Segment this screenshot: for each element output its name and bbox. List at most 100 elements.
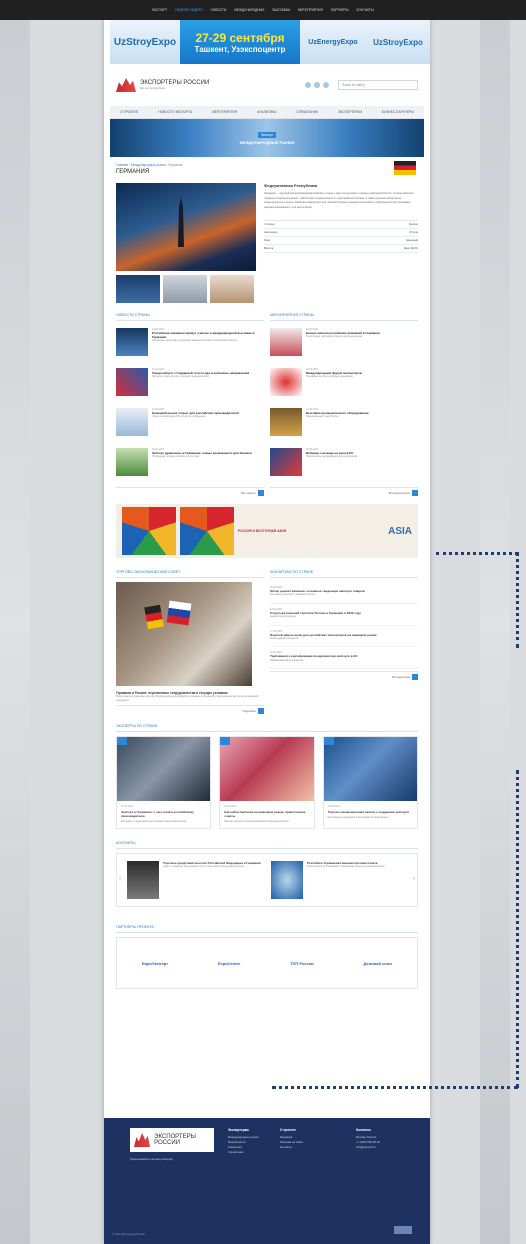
breadcrumb: Главная / Международные рынки / Германия [116,163,183,167]
page-frame: ЭКСПОРТЕРЫ РОССИИ всё для экспортёров По… [104,0,430,1244]
more-link[interactable]: Все мероприятия [270,487,418,496]
topbar-item[interactable]: Партнёры [331,8,349,12]
news-image [116,408,148,436]
chevron-left-icon[interactable]: ‹ [119,876,121,882]
banner-left: UzStroyExpo [110,20,180,64]
vk-icon[interactable] [314,82,320,88]
country-main-image[interactable] [116,183,256,271]
list-item[interactable]: 20.02.2023 Международный форум экспортёро… [270,365,418,405]
card-title[interactable]: Экспорт в Германию: с чего начать россий… [121,810,206,818]
hero-banner: Экспорт Международные рынки [110,119,424,157]
contact-image [271,861,303,899]
banner-logo: UzStroyExpo [113,36,177,48]
footer-col-title: Экспортерам [228,1128,249,1132]
more-link[interactable]: Все новости [116,487,264,496]
topbar-item[interactable]: Выставки [273,8,290,12]
partner-logo[interactable]: ЕвроЭкспорт [142,961,168,966]
nav-item[interactable]: Экспортерам [338,110,362,114]
topbar-item[interactable]: Неделя-Неделя [175,8,202,12]
footer-link[interactable]: info@exportrf.ru [356,1145,380,1150]
contact-item[interactable]: Российско-Германская внешнеторговая пала… [271,861,407,899]
list-item[interactable]: 14.02.2023 Выставка промышленного оборудо… [270,405,418,445]
item-desc: Пленарная сессия и деловые переговоры. [306,375,354,378]
item-desc: Нормативная база и практика. [270,658,304,662]
table-row: Население 83 млн [264,229,418,238]
list-item[interactable]: 09.02.2023 Вебинар о выходе на рынок ЕС Пр… [270,445,418,485]
fact-key: Население [264,231,278,235]
feature-image[interactable] [116,582,252,686]
nav-item[interactable]: Новости Экспорта [158,110,192,114]
arrow-right-icon [258,708,264,714]
expert-card[interactable]: 13.02.2023 Торгово-промышленная палата о … [322,736,418,829]
banner-place: Ташкент, Узэкспоцентр [194,44,286,54]
list-item[interactable]: 27.02.2023 Товарооборот с Германией: итог… [116,365,264,405]
trade-analytics-section: Торгово-экономический совет Германия и Р… [110,566,424,714]
chevron-right-icon[interactable]: › [413,876,415,882]
event-banner[interactable]: UzStroyExpo 27-29 сентября Ташкент, Узэкс… [110,20,430,64]
topbar-item[interactable]: Eкспорт [152,8,167,12]
thumbnail-image[interactable] [116,275,160,303]
topbar-item[interactable]: Международные [234,8,264,12]
list-item[interactable]: 02.03.2023 Обзор рынка Германии: основные… [270,582,418,604]
site-logo[interactable]: ЭКСПОРТЕРЫ РОССИИ всё для экспортёров [116,78,209,92]
nav-item[interactable]: Справочник [296,110,318,114]
card-title[interactable]: Торгово-промышленная палата о поддержке … [328,810,413,814]
table-row: Столица Берлин [264,221,418,230]
list-item[interactable]: 21.02.2023 Немецкий рынок открыт для росс… [116,405,264,445]
footer-link[interactable]: Справочник [228,1150,258,1155]
list-item[interactable]: 28.02.2023 Бизнес-миссия российских компа… [270,325,418,365]
footer-note: Подписывайтесь на нашу рассылку [130,1158,173,1161]
country-info-heading: Федеративная Республика [264,183,318,188]
topbar-item[interactable]: Новости [211,8,227,12]
topbar-item[interactable]: Контакты [357,8,374,12]
fact-key: Столица [264,223,275,227]
footer-logo[interactable]: ЭКСПОРТЕРЫ РОССИИ [130,1128,214,1152]
counter-badge-icon[interactable] [394,1226,412,1234]
contact-item[interactable]: Торговое представительство Российской Фе… [127,861,263,899]
nav-item[interactable]: О проекте [120,110,138,114]
thumbnail-image[interactable] [210,275,254,303]
ad-banner[interactable]: РОССИЯ И ВОСТОЧНАЯ АЗИЯ ASIA [116,504,418,558]
card-date: 01.03.2023 [121,805,133,808]
expert-card[interactable]: 01.03.2023 Экспорт в Германию: с чего нач… [116,736,212,829]
section-heading: Эксперты по стране [116,720,418,732]
item-title[interactable]: Российские компании примут участие в меж… [152,331,264,339]
fact-value: Немецкий [405,239,418,243]
site-footer: ЭКСПОРТЕРЫ РОССИИ Подписывайтесь на нашу… [104,1118,430,1244]
germany-flag-icon [394,161,416,175]
card-title[interactable]: Как найти партнёра на немецком рынке: пр… [224,810,309,818]
footer-link[interactable]: Контакты [280,1145,303,1150]
logo-mark-icon [134,1133,151,1147]
footer-column: Экспортерам Международные рынки Мероприяти… [228,1128,258,1155]
partner-logo[interactable]: ТПП России [290,961,314,966]
table-row: Язык Немецкий [264,237,418,246]
more-label: Подробнее [242,709,256,713]
telegram-icon[interactable] [323,82,329,88]
partner-logo[interactable]: Деловой союз [364,961,393,966]
nav-item[interactable]: Бизнес-партнеры [382,110,414,114]
dotted-connector [516,770,519,1088]
arrow-right-icon [258,490,264,496]
nav-item[interactable]: Аналитика [257,110,276,114]
list-item[interactable]: 24.02.2023 Структура внешней торговли Рос… [270,604,418,626]
expert-card[interactable]: 22.02.2023 Как найти партнёра на немецком… [219,736,315,829]
list-item[interactable]: 15.02.2023 Экспорт древесины в Германию: … [116,445,264,485]
partners-heading-wrap: Партнёры проекта [110,907,424,933]
contact-desc: Консультации для компаний, планирующих в… [307,865,386,868]
more-link[interactable]: Вся аналитика [270,671,418,681]
country-overview: Федеративная Республика Германия — крупн… [110,177,424,309]
partner-logo[interactable]: ExpoCentre [218,961,240,966]
more-link[interactable]: Подробнее [116,705,264,714]
thumbnail-image[interactable] [163,275,207,303]
topbar-item[interactable]: Мероприятия [298,8,323,12]
list-item[interactable]: 01.03.2023 Российские компании примут уча… [116,325,264,365]
list-item[interactable]: 10.02.2023 Требования к сертификации прод… [270,647,418,670]
list-item[interactable]: 17.02.2023 Перспективные ниши для российс… [270,626,418,648]
section-heading: Контакты [116,837,418,849]
facebook-icon[interactable] [305,82,311,88]
search-input[interactable]: Поиск по сайту [338,80,418,90]
ad-mosaic-image [122,507,176,555]
card-date: 22.02.2023 [224,805,237,808]
nav-item[interactable]: Мероприятия [212,110,237,114]
footer-copyright: © 2023 Экспортеры России [112,1233,145,1236]
